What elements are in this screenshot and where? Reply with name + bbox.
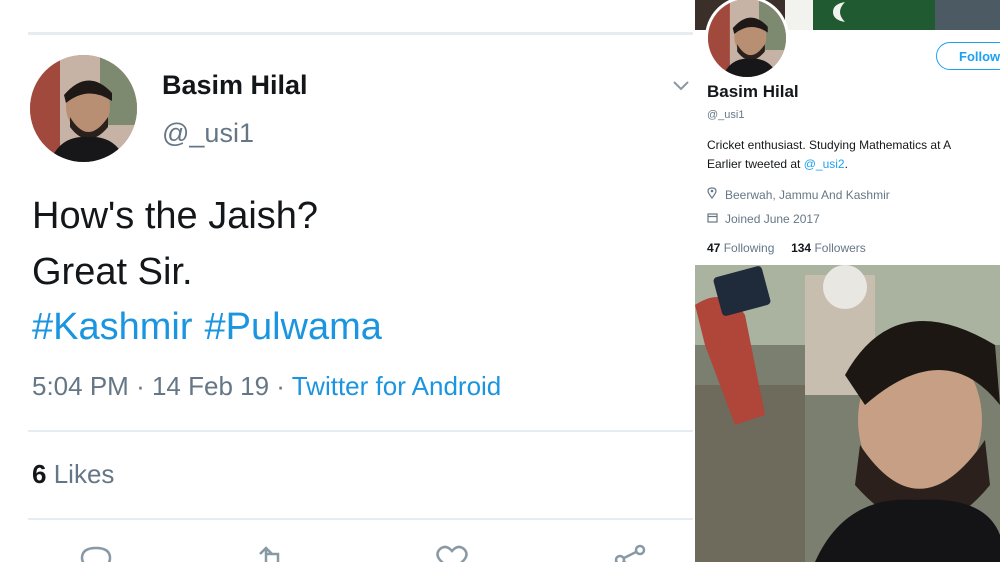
followers-label: Followers bbox=[814, 241, 866, 255]
chevron-down-icon[interactable] bbox=[672, 76, 690, 97]
profile-stats: 47 Following 134 Followers bbox=[707, 241, 866, 255]
location-text: Beerwah, Jammu And Kashmir bbox=[725, 188, 890, 202]
profile-handle: @_usi1 bbox=[707, 109, 745, 121]
pin-icon bbox=[707, 187, 721, 202]
bio-prefix: Earlier tweeted at bbox=[707, 157, 804, 171]
tweet-date[interactable]: 14 Feb 19 bbox=[152, 371, 269, 401]
tweet-card: Basim Hilal @_usi1 How's the Jaish? Grea… bbox=[0, 0, 695, 562]
tweet-time[interactable]: 5:04 PM bbox=[32, 371, 129, 401]
tweet-text-line1: How's the Jaish? bbox=[32, 195, 319, 237]
author-handle[interactable]: @_usi1 bbox=[162, 118, 254, 149]
likes-number: 6 bbox=[32, 459, 47, 489]
joined-text: Joined June 2017 bbox=[725, 212, 820, 226]
following-count: 47 bbox=[707, 241, 721, 255]
tweet-meta: 5:04 PM · 14 Feb 19 · Twitter for Androi… bbox=[32, 371, 501, 402]
follow-button[interactable]: Follow bbox=[936, 42, 1000, 70]
tweet-source-link[interactable]: Twitter for Android bbox=[292, 371, 502, 401]
followers-count: 134 bbox=[791, 241, 812, 255]
hashtag-pulwama[interactable]: #Pulwama bbox=[205, 306, 382, 348]
selfie-photo-art bbox=[695, 265, 1000, 562]
author-name[interactable]: Basim Hilal bbox=[162, 70, 308, 101]
tweet-text-line2: Great Sir. bbox=[32, 251, 193, 293]
followers-stat[interactable]: 134 Followers bbox=[791, 241, 866, 255]
meta-separator: · bbox=[136, 371, 145, 401]
bio-mention-link[interactable]: @_usi2 bbox=[804, 157, 845, 171]
actions-divider bbox=[28, 518, 693, 520]
hashtag-kashmir[interactable]: #Kashmir bbox=[32, 306, 193, 348]
meta-separator: · bbox=[276, 371, 285, 401]
profile-bio-line2: Earlier tweeted at @_usi2. bbox=[707, 157, 848, 171]
author-avatar[interactable] bbox=[30, 55, 137, 162]
retweet-icon[interactable] bbox=[252, 540, 292, 562]
following-stat[interactable]: 47 Following bbox=[707, 241, 774, 255]
tweet-hashtags: #Kashmir #Pulwama bbox=[32, 306, 394, 349]
bio-suffix: . bbox=[844, 157, 848, 171]
profile-name: Basim Hilal bbox=[707, 82, 799, 101]
profile-bio-line1: Cricket enthusiast. Studying Mathematics… bbox=[707, 138, 952, 152]
profile-joined: Joined June 2017 bbox=[707, 212, 820, 226]
selfie-photo bbox=[695, 265, 1000, 562]
meta-divider bbox=[28, 430, 693, 432]
share-icon[interactable] bbox=[610, 540, 650, 562]
heart-icon[interactable] bbox=[432, 540, 472, 562]
profile-card: Follow Basim Hilal @_usi1 Cricket enthus… bbox=[695, 0, 1000, 562]
top-divider bbox=[28, 32, 693, 35]
profile-avatar-photo bbox=[708, 0, 786, 77]
profile-location: Beerwah, Jammu And Kashmir bbox=[707, 187, 890, 202]
likes-label: Likes bbox=[53, 459, 115, 489]
following-label: Following bbox=[723, 241, 775, 255]
calendar-icon bbox=[707, 212, 721, 226]
likes-count[interactable]: 6 Likes bbox=[32, 459, 114, 490]
reply-icon[interactable] bbox=[76, 540, 116, 562]
avatar-photo bbox=[30, 55, 137, 162]
profile-avatar[interactable] bbox=[705, 0, 789, 80]
